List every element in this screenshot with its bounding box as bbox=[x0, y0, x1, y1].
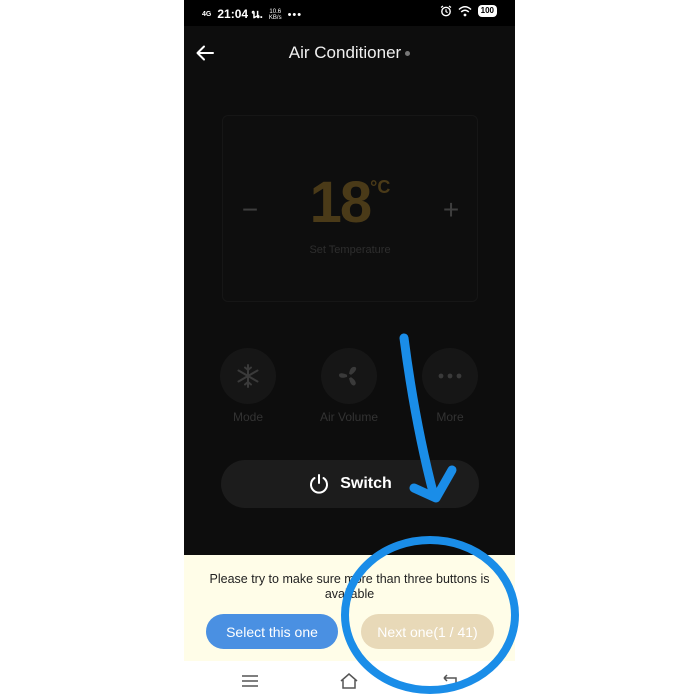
prompt-text: Please try to make sure more than three … bbox=[209, 572, 490, 601]
switch-button[interactable]: Switch bbox=[221, 460, 479, 508]
snowflake-icon bbox=[237, 364, 259, 388]
select-this-one-button[interactable]: Select this one bbox=[206, 614, 338, 649]
page-title: Air Conditioner bbox=[184, 43, 515, 63]
home-icon[interactable] bbox=[339, 671, 359, 691]
network-speed: 10.6 KB/s bbox=[268, 8, 282, 21]
power-icon bbox=[310, 474, 329, 494]
air-volume-button[interactable]: Air Volume bbox=[309, 348, 389, 424]
status-bar: 4G 21:04 น. 10.6 KB/s ••• 100 bbox=[184, 0, 515, 26]
more-dots-icon bbox=[438, 373, 462, 379]
switch-label: Switch bbox=[340, 475, 392, 492]
mode-button[interactable]: Mode bbox=[208, 348, 288, 424]
network-indicator: 4G bbox=[202, 10, 212, 18]
menu-icon[interactable] bbox=[240, 671, 260, 691]
button-test-prompt: Please try to make sure more than three … bbox=[184, 555, 515, 661]
phone-screen: 4G 21:04 น. 10.6 KB/s ••• 100 Air Condit… bbox=[184, 0, 515, 700]
status-time: 21:04 น. bbox=[217, 7, 263, 21]
temperature-unit: °C bbox=[370, 177, 391, 197]
temperature-increase-button[interactable]: + bbox=[437, 196, 465, 224]
title-bar: Air Conditioner bbox=[184, 26, 515, 80]
more-button[interactable]: More bbox=[410, 348, 490, 424]
status-dot bbox=[405, 51, 411, 57]
alarm-icon bbox=[440, 5, 452, 17]
fan-icon bbox=[339, 366, 357, 386]
battery-icon: 100 bbox=[477, 5, 497, 17]
back-nav-icon[interactable] bbox=[440, 671, 460, 691]
temperature-panel: − 18°C + Set Temperature bbox=[222, 115, 478, 302]
wifi-icon bbox=[458, 6, 472, 17]
temperature-label: Set Temperature bbox=[309, 244, 391, 256]
navigation-bar bbox=[184, 661, 515, 700]
more-notifications-icon: ••• bbox=[287, 8, 303, 21]
next-one-button[interactable]: Next one(1 / 41) bbox=[361, 614, 494, 649]
